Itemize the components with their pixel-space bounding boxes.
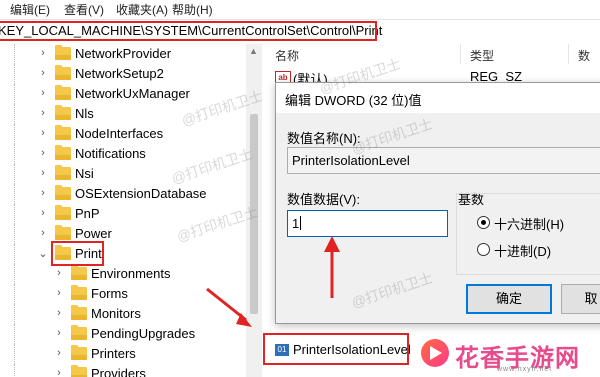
logo-icon: [421, 339, 449, 367]
site-logo: 花香手游网 www.hxyh.net: [413, 335, 600, 377]
arrow-to-value-row: [206, 287, 252, 327]
annotation-arrows: [206, 236, 340, 327]
arrow-up-to-value: [324, 236, 340, 298]
logo-subtext: www.hxyh.net: [497, 366, 553, 373]
